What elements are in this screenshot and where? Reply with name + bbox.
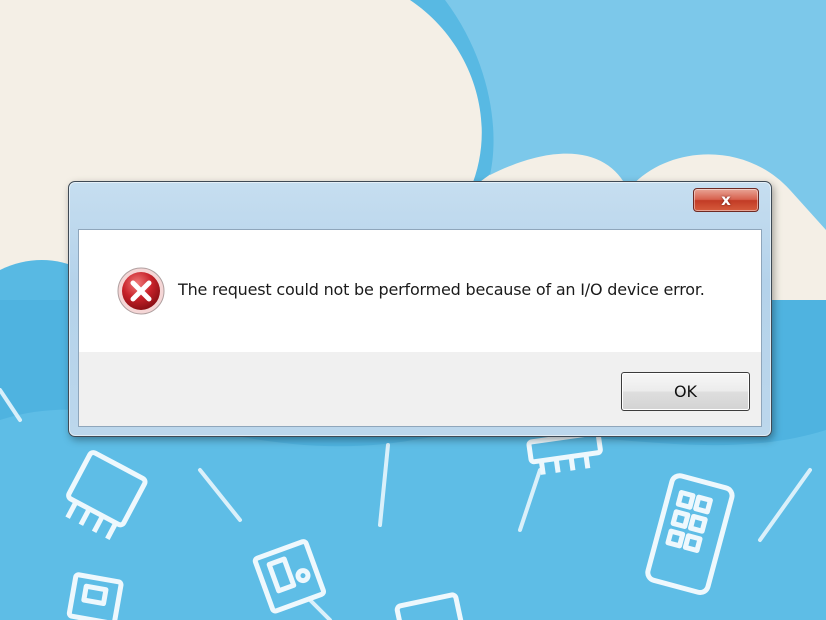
close-icon: x xyxy=(721,190,731,209)
close-button[interactable]: x xyxy=(693,188,759,212)
dialog-client-area: The request could not be performed becau… xyxy=(78,229,762,427)
error-message: The request could not be performed becau… xyxy=(178,280,705,299)
message-panel: The request could not be performed becau… xyxy=(79,230,761,352)
ok-button[interactable]: OK xyxy=(621,372,750,411)
error-dialog: x The request could not be performed bec… xyxy=(68,181,772,437)
dialog-title-bar[interactable]: x xyxy=(69,182,771,228)
error-icon xyxy=(117,267,165,315)
